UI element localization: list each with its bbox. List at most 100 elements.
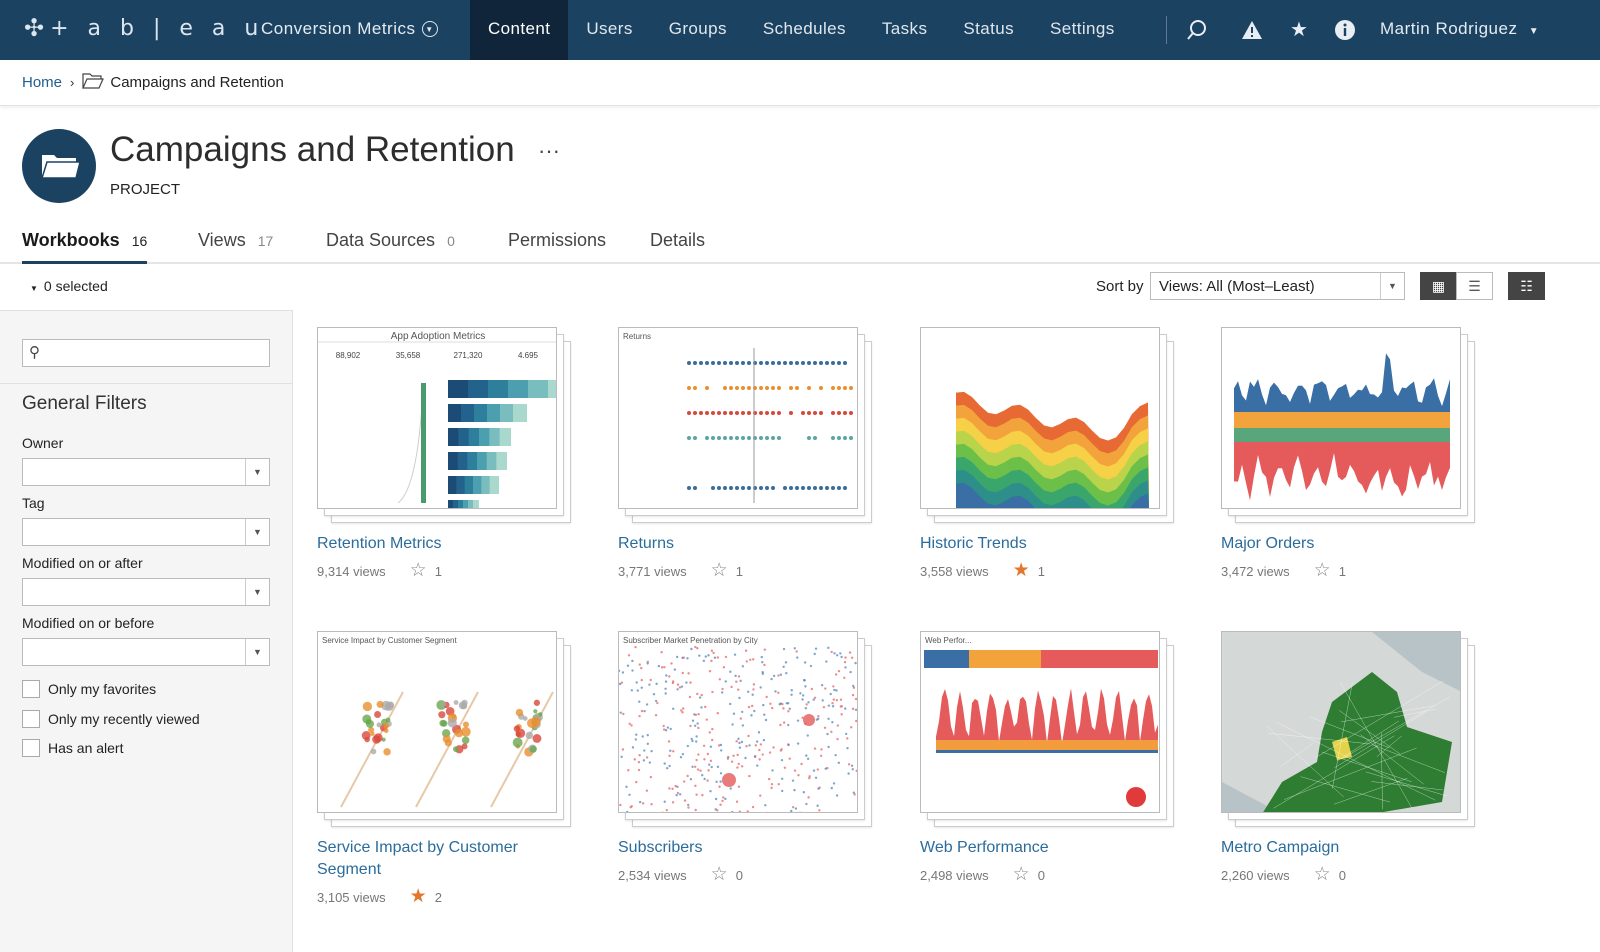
favorites-star-icon[interactable]: ★ bbox=[1287, 18, 1311, 42]
sort-select[interactable]: Views: All (Most–Least) ▼ bbox=[1150, 272, 1405, 300]
tab-workbooks[interactable]: Workbooks 16 bbox=[22, 230, 147, 264]
info-icon[interactable] bbox=[1333, 18, 1357, 42]
workbook-card[interactable]: Historic Trends 3,558 views ★ 1 bbox=[920, 327, 1180, 607]
tab-data-sources[interactable]: Data Sources 0 bbox=[326, 230, 455, 264]
favorite-count: 0 bbox=[736, 868, 743, 883]
favorite-count: 1 bbox=[435, 564, 442, 579]
favorite-count: 1 bbox=[1339, 564, 1346, 579]
list-icon: ☰ bbox=[1468, 278, 1481, 294]
workbook-thumbnail[interactable] bbox=[920, 327, 1176, 523]
thumbnail-image: 88,902 35,658 271,320 4.695 App Adoption Met… bbox=[317, 327, 557, 509]
modified-after-label: Modified on or after bbox=[22, 555, 143, 571]
favorite-star-icon[interactable]: ☆ bbox=[410, 563, 427, 579]
workbook-card[interactable]: 88,902 35,658 271,320 4.695 App Adoption Met… bbox=[317, 327, 577, 607]
search-input[interactable]: ⚲ bbox=[22, 339, 270, 367]
thumbnail-title: Subscriber Market Penetration by City bbox=[623, 636, 758, 645]
top-nav-bar: ✣ + a b | e a u Conversion Metrics ▼ Conte… bbox=[0, 0, 1600, 60]
workbook-thumbnail[interactable]: Returns bbox=[618, 327, 874, 523]
nav-status[interactable]: Status bbox=[945, 0, 1032, 60]
workbook-card[interactable]: Web Perfor... Web Performance 2,498 view… bbox=[920, 631, 1180, 911]
workbook-card[interactable]: Returns Returns 3,771 views ☆ 1 bbox=[618, 327, 878, 607]
workbook-title-link[interactable]: Major Orders bbox=[1221, 533, 1461, 555]
nav-groups[interactable]: Groups bbox=[651, 0, 745, 60]
grid-view-button[interactable]: ▦ bbox=[1420, 272, 1457, 300]
sliders-icon: ☷ bbox=[1520, 278, 1533, 294]
modified-before-select[interactable]: ▼ bbox=[22, 638, 270, 666]
workbook-card[interactable]: Subscriber Market Penetration by City Su… bbox=[618, 631, 878, 911]
tableau-logo[interactable]: ✣ + a b | e a u bbox=[24, 14, 264, 42]
nav-schedules[interactable]: Schedules bbox=[745, 0, 864, 60]
workbook-card[interactable]: Major Orders 3,472 views ☆ 1 bbox=[1221, 327, 1481, 607]
tab-views[interactable]: Views 17 bbox=[198, 230, 273, 264]
owner-select[interactable]: ▼ bbox=[22, 458, 270, 486]
alert-icon[interactable] bbox=[1240, 18, 1264, 42]
favorite-star-icon[interactable]: ☆ bbox=[1013, 867, 1030, 883]
favorite-star-icon[interactable]: ☆ bbox=[711, 867, 728, 883]
breadcrumb: Home › Campaigns and Retention bbox=[0, 60, 1600, 106]
has-alert-checkbox[interactable]: Has an alert bbox=[22, 739, 123, 757]
workbook-title-link[interactable]: Historic Trends bbox=[920, 533, 1160, 555]
workbook-thumbnail[interactable]: 88,902 35,658 271,320 4.695 App Adoption Met… bbox=[317, 327, 573, 523]
favorite-star-icon[interactable]: ☆ bbox=[711, 563, 728, 579]
only-recently-viewed-checkbox[interactable]: Only my recently viewed bbox=[22, 710, 200, 728]
workbook-meta: 3,558 views ★ 1 bbox=[920, 563, 1045, 579]
thumbnail-image: Service Impact by Customer Segment bbox=[317, 631, 557, 813]
modified-before-label: Modified on or before bbox=[22, 615, 154, 631]
thumbnail-title: Service Impact by Customer Segment bbox=[322, 636, 457, 645]
caret-down-icon: ▼ bbox=[1529, 26, 1539, 37]
workbook-meta: 3,472 views ☆ 1 bbox=[1221, 563, 1346, 579]
workbook-title-link[interactable]: Metro Campaign bbox=[1221, 837, 1461, 859]
filter-panel-toggle[interactable]: ☷ bbox=[1508, 272, 1545, 300]
workbook-card[interactable]: Metro Campaign 2,260 views ☆ 0 bbox=[1221, 631, 1481, 911]
list-view-button[interactable]: ☰ bbox=[1456, 272, 1493, 300]
search-icon: ⚲ bbox=[29, 343, 40, 361]
view-count: 2,260 views bbox=[1221, 868, 1290, 883]
filters-heading: General Filters bbox=[22, 393, 147, 415]
divider bbox=[1166, 16, 1167, 44]
user-menu[interactable]: Martin Rodriguez ▼ bbox=[1380, 19, 1539, 39]
workbook-thumbnail[interactable]: Service Impact by Customer Segment bbox=[317, 631, 573, 827]
favorite-star-icon[interactable]: ☆ bbox=[1314, 867, 1331, 883]
workbook-thumbnail[interactable]: Web Perfor... bbox=[920, 631, 1176, 827]
tab-permissions[interactable]: Permissions bbox=[508, 230, 606, 264]
view-count: 3,771 views bbox=[618, 564, 687, 579]
tag-select[interactable]: ▼ bbox=[22, 518, 270, 546]
search-icon[interactable] bbox=[1185, 18, 1209, 42]
workbook-title-link[interactable]: Retention Metrics bbox=[317, 533, 557, 555]
workbook-title-link[interactable]: Returns bbox=[618, 533, 858, 555]
workbook-title-link[interactable]: Service Impact by Customer Segment bbox=[317, 837, 557, 881]
page-title: Campaigns and Retention bbox=[110, 130, 515, 170]
breadcrumb-separator: › bbox=[70, 75, 74, 90]
favorite-star-icon[interactable]: ★ bbox=[1013, 563, 1030, 579]
view-count: 2,498 views bbox=[920, 868, 989, 883]
thumbnail-image: Web Perfor... bbox=[920, 631, 1160, 813]
dropdown-arrow-icon: ▼ bbox=[245, 519, 269, 545]
svg-text:4.695: 4.695 bbox=[518, 351, 539, 360]
favorite-count: 1 bbox=[1038, 564, 1045, 579]
nav-settings[interactable]: Settings bbox=[1032, 0, 1133, 60]
breadcrumb-home[interactable]: Home bbox=[22, 74, 62, 91]
dropdown-arrow-icon: ▼ bbox=[245, 579, 269, 605]
nav-users[interactable]: Users bbox=[568, 0, 650, 60]
workbook-meta: 2,260 views ☆ 0 bbox=[1221, 867, 1346, 883]
workbook-title-link[interactable]: Subscribers bbox=[618, 837, 858, 859]
workbook-thumbnail[interactable] bbox=[1221, 327, 1477, 523]
only-favorites-checkbox[interactable]: Only my favorites bbox=[22, 680, 156, 698]
tab-details[interactable]: Details bbox=[650, 230, 705, 264]
more-actions-button[interactable]: ··· bbox=[538, 138, 560, 164]
nav-tasks[interactable]: Tasks bbox=[864, 0, 945, 60]
site-switcher[interactable]: Conversion Metrics ▼ bbox=[261, 19, 438, 39]
dropdown-arrow-icon: ▼ bbox=[245, 459, 269, 485]
favorite-count: 1 bbox=[736, 564, 743, 579]
workbook-thumbnail[interactable]: Subscriber Market Penetration by City bbox=[618, 631, 874, 827]
selection-menu[interactable]: ▼ 0 selected bbox=[30, 278, 108, 294]
favorite-count: 0 bbox=[1339, 868, 1346, 883]
workbook-card[interactable]: Service Impact by Customer Segment Servi… bbox=[317, 631, 577, 911]
favorite-star-icon[interactable]: ☆ bbox=[1314, 563, 1331, 579]
favorite-star-icon[interactable]: ★ bbox=[410, 889, 427, 905]
modified-after-select[interactable]: ▼ bbox=[22, 578, 270, 606]
workbook-thumbnail[interactable] bbox=[1221, 631, 1477, 827]
thumbnail-title: Web Perfor... bbox=[925, 636, 972, 645]
workbook-title-link[interactable]: Web Performance bbox=[920, 837, 1160, 859]
nav-content[interactable]: Content bbox=[470, 0, 568, 60]
